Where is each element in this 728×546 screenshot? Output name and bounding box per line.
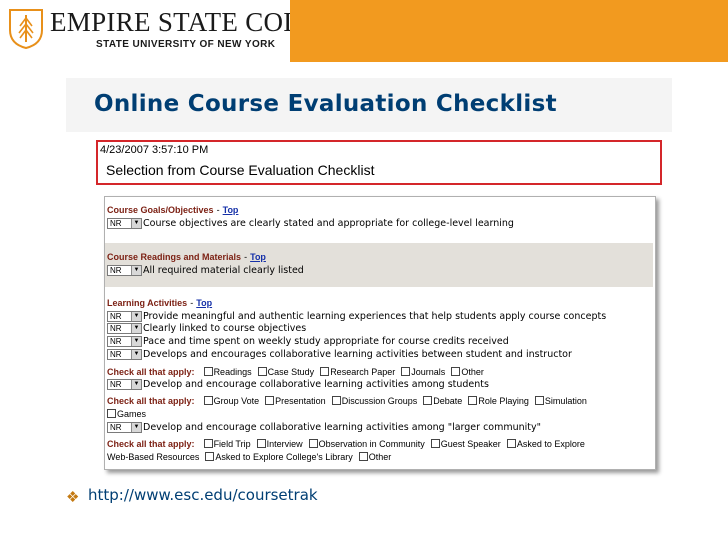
rating-select[interactable]: NR ▼ (107, 265, 142, 276)
selection-box: 4/23/2007 3:57:10 PM Selection from Cour… (96, 140, 662, 185)
section-activities: Learning Activities - Top NR ▼ Provide mea… (107, 298, 607, 462)
section-header: Learning Activities (107, 298, 188, 308)
check-all-row-wrap: Web-Based Resources Asked to Explore Col… (107, 452, 392, 462)
checkbox[interactable] (506, 439, 516, 448)
checklist-item: NR ▼ Develop and encourage collaborative l… (107, 422, 541, 434)
checkbox[interactable] (203, 367, 213, 376)
section-header: Course Goals/Objectives (107, 205, 214, 215)
checkbox[interactable] (205, 452, 215, 461)
checklist-item: NR ▼ Develop and encourage collaborative l… (107, 379, 489, 391)
chevron-down-icon: ▼ (131, 266, 141, 275)
rating-select[interactable]: NR ▼ (107, 323, 142, 334)
top-link[interactable]: Top (250, 252, 266, 262)
rating-select[interactable]: NR ▼ (107, 422, 142, 433)
section-header: Course Readings and Materials (107, 252, 242, 262)
timestamp: 4/23/2007 3:57:10 PM (100, 144, 209, 156)
page-title: Online Course Evaluation Checklist (94, 91, 557, 117)
section-goals: Course Goals/Objectives - Top NR ▼ Course … (107, 205, 514, 230)
rating-select[interactable]: NR ▼ (107, 336, 142, 347)
chevron-down-icon: ▼ (131, 337, 141, 346)
checkbox[interactable] (308, 439, 318, 448)
checklist-item: NR ▼ All required material clearly listed (107, 265, 304, 277)
checklist-panel: Course Goals/Objectives - Top NR ▼ Course … (104, 196, 656, 470)
chevron-down-icon: ▼ (131, 219, 141, 228)
checkbox[interactable] (430, 439, 440, 448)
diamond-bullet-icon: ❖ (66, 489, 80, 506)
checkbox[interactable] (256, 439, 266, 448)
chevron-down-icon: ▼ (131, 380, 141, 389)
checkbox[interactable] (203, 396, 213, 405)
university-name: STATE UNIVERSITY OF NEW YORK (96, 39, 276, 50)
checkbox[interactable] (331, 396, 341, 405)
check-all-row: Check all that apply: Readings Case Stud… (107, 367, 484, 377)
chevron-down-icon: ▼ (131, 423, 141, 432)
rating-select[interactable]: NR ▼ (107, 349, 142, 360)
checklist-item: NR ▼ Course objectives are clearly stated … (107, 218, 514, 230)
rating-select[interactable]: NR ▼ (107, 379, 142, 390)
selection-title: Selection from Course Evaluation Checkli… (106, 162, 375, 178)
top-link[interactable]: Top (223, 205, 239, 215)
rating-select[interactable]: NR ▼ (107, 218, 142, 229)
chevron-down-icon: ▼ (131, 350, 141, 359)
section-readings: Course Readings and Materials - Top NR ▼ A… (105, 243, 653, 287)
checkbox[interactable] (468, 396, 478, 405)
rating-select[interactable]: NR ▼ (107, 311, 142, 322)
checklist-item: NR ▼ Develops and encourages collaborative… (107, 349, 572, 361)
chevron-down-icon: ▼ (131, 312, 141, 321)
checkbox[interactable] (203, 439, 213, 448)
checkbox[interactable] (265, 396, 275, 405)
top-link[interactable]: Top (196, 298, 212, 308)
chevron-down-icon: ▼ (131, 324, 141, 333)
header-band (290, 0, 728, 62)
checkbox[interactable] (320, 367, 330, 376)
checklist-item: NR ▼ Clearly linked to course objectives (107, 323, 306, 335)
checkbox[interactable] (401, 367, 411, 376)
check-all-row: Check all that apply: Group Vote Present… (107, 396, 587, 406)
check-all-row-wrap: Games (107, 408, 146, 420)
course-url-link[interactable]: http://www.esc.edu/coursetrak (88, 486, 318, 504)
checkbox[interactable] (107, 409, 116, 418)
checkbox[interactable] (358, 452, 368, 461)
college-seal-icon (9, 9, 43, 50)
checkbox[interactable] (423, 396, 433, 405)
checkbox[interactable] (451, 367, 461, 376)
checkbox[interactable] (534, 396, 544, 405)
check-all-row: Check all that apply: Field Trip Intervi… (107, 439, 585, 449)
checkbox[interactable] (257, 367, 267, 376)
checklist-item: NR ▼ Provide meaningful and authentic lear… (107, 311, 606, 323)
college-logo: EMPIRE STATE COLLEGE STATE UNIVERSITY OF… (0, 0, 370, 62)
checklist-item: NR ▼ Pace and time spent on weekly study a… (107, 336, 509, 348)
